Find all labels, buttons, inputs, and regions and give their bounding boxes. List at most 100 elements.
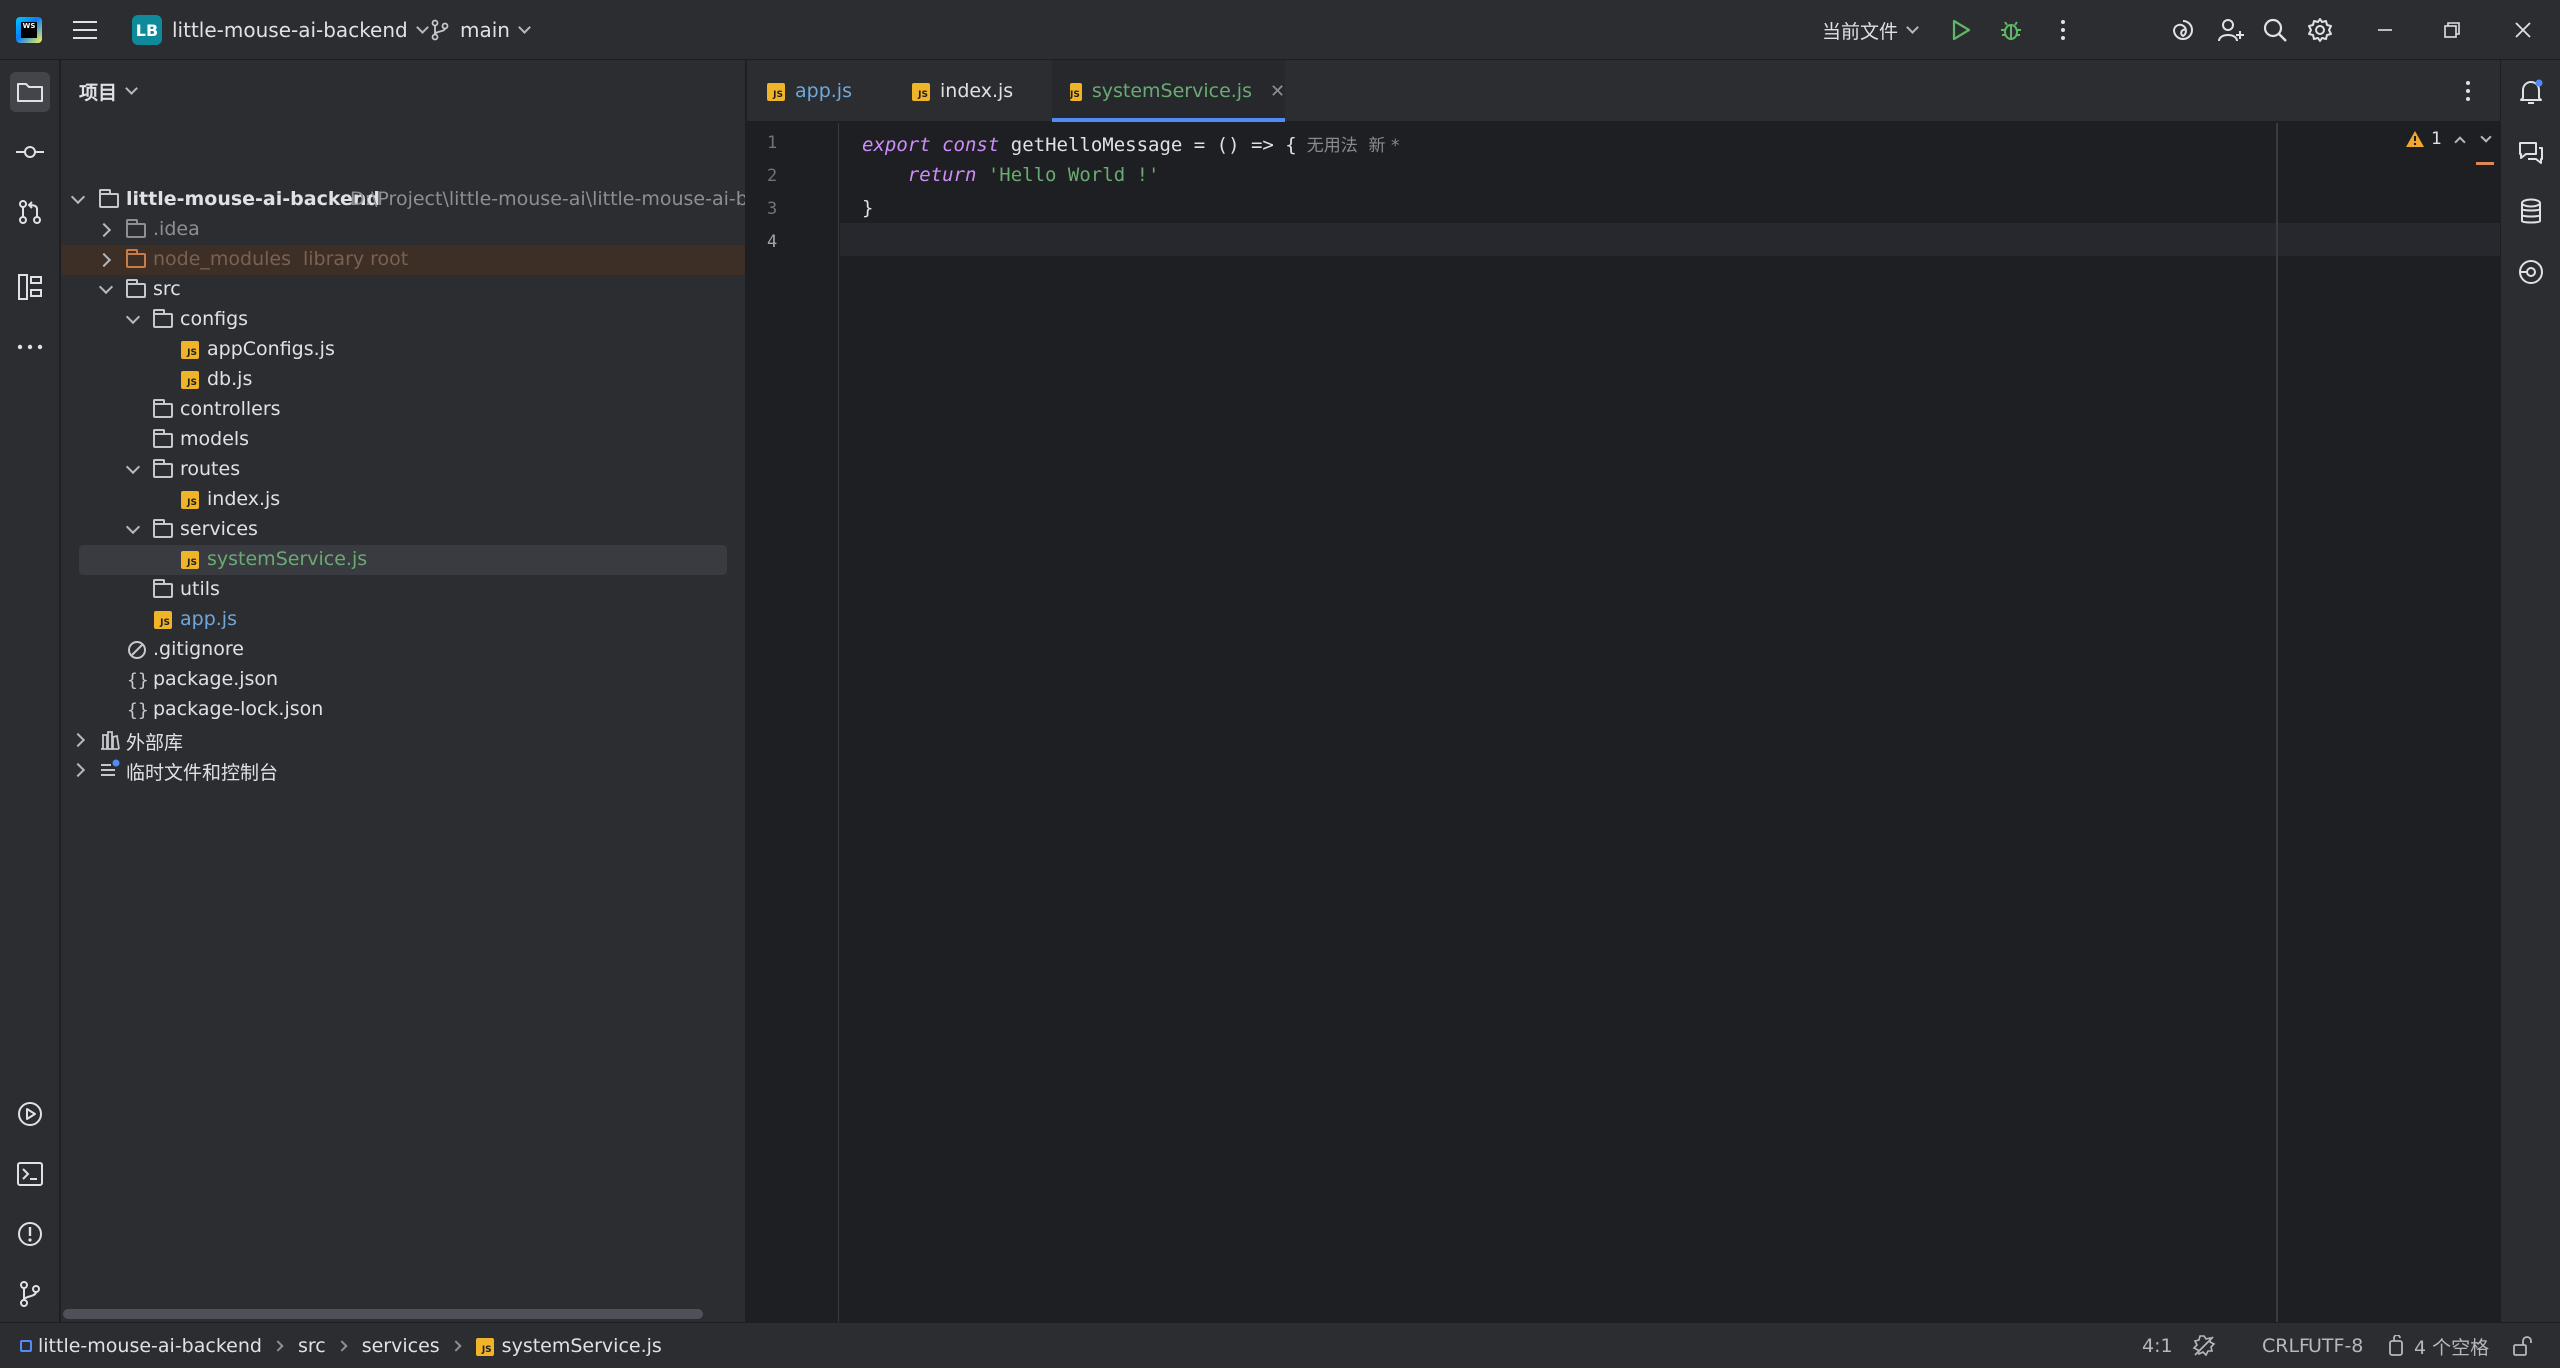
tree-row-node-modules[interactable]: node_modules library root	[61, 245, 745, 275]
code-with-me-button[interactable]	[2216, 15, 2246, 45]
tree-row-routes[interactable]: routes	[61, 455, 745, 485]
tree-row-package-lock[interactable]: {} package-lock.json	[61, 695, 745, 725]
tree-label: services	[180, 518, 258, 540]
tree-row-gitignore[interactable]: .gitignore	[61, 635, 745, 665]
run-configuration-selector[interactable]: 当前文件	[1822, 0, 1919, 60]
horizontal-dots-icon	[17, 344, 43, 350]
bell-icon	[2520, 79, 2543, 104]
tree-row-external-libraries[interactable]: 外部库	[61, 725, 745, 755]
run-button[interactable]	[1946, 15, 1976, 45]
usage-hint[interactable]: 无用法 新 *	[1307, 136, 1400, 156]
tree-row-src[interactable]: src	[61, 275, 745, 305]
js-file-icon: JS	[181, 489, 203, 511]
folder-icon	[99, 189, 121, 211]
git-tool-button[interactable]	[10, 1274, 50, 1314]
tab-systemservice-js[interactable]: JS systemService.js ✕	[1052, 60, 1285, 122]
indent-setting[interactable]: 4 个空格	[2388, 1323, 2489, 1368]
line-separator[interactable]: CRLF	[2262, 1323, 2310, 1368]
chevron-right-icon	[70, 732, 86, 748]
search-everywhere-button[interactable]	[2260, 15, 2290, 45]
right-tool-stripe	[2500, 60, 2560, 1322]
code-editor[interactable]: 1 2 3 4 export const getHelloMessage = (…	[747, 123, 2500, 1322]
inspection-widget[interactable]: 1	[2405, 129, 2492, 149]
commit-tool-button[interactable]	[10, 132, 50, 172]
js-file-icon: JS	[912, 83, 930, 101]
branch-switcher[interactable]: main	[430, 0, 531, 60]
tree-row-models[interactable]: models	[61, 425, 745, 455]
breadcrumb-item[interactable]: little-mouse-ai-backend	[38, 1335, 262, 1357]
problems-tool-button[interactable]	[10, 1214, 50, 1254]
tree-row-app[interactable]: JS app.js	[61, 605, 745, 635]
tree-row-systemservice[interactable]: JS systemService.js	[79, 545, 727, 575]
js-file-icon: JS	[181, 339, 203, 361]
more-actions-button[interactable]	[2048, 15, 2078, 45]
terminal-icon	[17, 1162, 43, 1186]
caret-position[interactable]: 4:1	[2142, 1323, 2173, 1368]
tree-row-idea[interactable]: .idea	[61, 215, 745, 245]
tree-label: configs	[180, 308, 249, 330]
tab-app-js[interactable]: JS app.js	[767, 60, 887, 122]
tab-actions-button[interactable]	[2465, 60, 2495, 122]
database-button[interactable]	[2511, 192, 2551, 232]
tree-row-utils[interactable]: utils	[61, 575, 745, 605]
ignore-file-icon	[126, 639, 148, 661]
close-window-button[interactable]	[2508, 15, 2538, 45]
json-file-icon: {}	[127, 670, 149, 691]
terminal-tool-button[interactable]	[10, 1154, 50, 1194]
restore-button[interactable]	[2437, 15, 2467, 45]
tree-row-db[interactable]: JS db.js	[61, 365, 745, 395]
no-inspections-button[interactable]	[2192, 1323, 2216, 1368]
chevron-down-icon	[1906, 20, 1919, 34]
pull-request-icon	[19, 200, 41, 224]
chevron-down-icon[interactable]	[2480, 130, 2492, 143]
tree-row-services[interactable]: services	[61, 515, 745, 545]
tree-row-scratches[interactable]: 临时文件和控制台	[61, 755, 745, 785]
tree-row-package-json[interactable]: {} package.json	[61, 665, 745, 695]
webstorm-logo-icon[interactable]: WS	[16, 17, 42, 43]
debug-button[interactable]	[1996, 15, 2026, 45]
code-content[interactable]: export const getHelloMessage = () => {无用…	[840, 123, 2500, 1322]
git-branch-icon	[431, 19, 449, 41]
warning-count: 1	[2431, 129, 2442, 149]
breadcrumb-item[interactable]: src	[298, 1335, 326, 1357]
pull-requests-tool-button[interactable]	[10, 192, 50, 232]
chevron-right-icon	[272, 1340, 284, 1352]
tree-label: db.js	[207, 368, 253, 390]
endpoints-button[interactable]	[2511, 252, 2551, 292]
tree-hint: library root	[303, 248, 409, 270]
ai-chat-button[interactable]	[2511, 132, 2551, 172]
horizontal-scrollbar[interactable]	[63, 1309, 703, 1319]
title-bar: WS LB little-mouse-ai-backend main 当前文件	[0, 0, 2560, 60]
breadcrumb-item[interactable]: systemService.js	[502, 1335, 662, 1357]
notifications-button[interactable]	[2511, 72, 2551, 112]
minimize-button[interactable]	[2370, 15, 2400, 45]
line-number: 3	[767, 199, 778, 219]
js-file-icon: JS	[1070, 83, 1082, 101]
chevron-up-icon[interactable]	[2454, 135, 2466, 148]
tree-label: little-mouse-ai-backend	[126, 188, 380, 210]
js-file-icon: JS	[181, 549, 203, 571]
structure-tool-button[interactable]	[10, 267, 50, 307]
line-number: 4	[767, 232, 778, 252]
tree-row-controllers[interactable]: controllers	[61, 395, 745, 425]
error-stripe-marker[interactable]	[2476, 162, 2494, 165]
more-tool-windows-button[interactable]	[10, 327, 50, 367]
services-tool-button[interactable]	[10, 1094, 50, 1134]
settings-button[interactable]	[2305, 15, 2335, 45]
close-tab-icon[interactable]: ✕	[1270, 81, 1285, 102]
main-menu-button[interactable]	[72, 0, 104, 60]
tree-row-root[interactable]: little-mouse-ai-backend D:\Project\littl…	[61, 185, 745, 215]
project-switcher[interactable]: LB little-mouse-ai-backend	[132, 0, 429, 60]
tree-row-appconfigs[interactable]: JS appConfigs.js	[61, 335, 745, 365]
tree-row-index[interactable]: JS index.js	[61, 485, 745, 515]
tab-index-js[interactable]: JS index.js	[912, 60, 1042, 122]
tree-row-configs[interactable]: configs	[61, 305, 745, 335]
read-only-toggle[interactable]	[2512, 1323, 2534, 1368]
breadcrumb: little-mouse-ai-backend src services JS …	[20, 1323, 662, 1368]
ai-assistant-button[interactable]	[2168, 15, 2198, 45]
project-tool-button[interactable]	[10, 72, 50, 112]
breadcrumb-item[interactable]: services	[362, 1335, 440, 1357]
file-encoding[interactable]: UTF-8	[2308, 1323, 2363, 1368]
run-config-label: 当前文件	[1822, 20, 1899, 43]
project-panel-header[interactable]: 项目	[61, 60, 745, 122]
